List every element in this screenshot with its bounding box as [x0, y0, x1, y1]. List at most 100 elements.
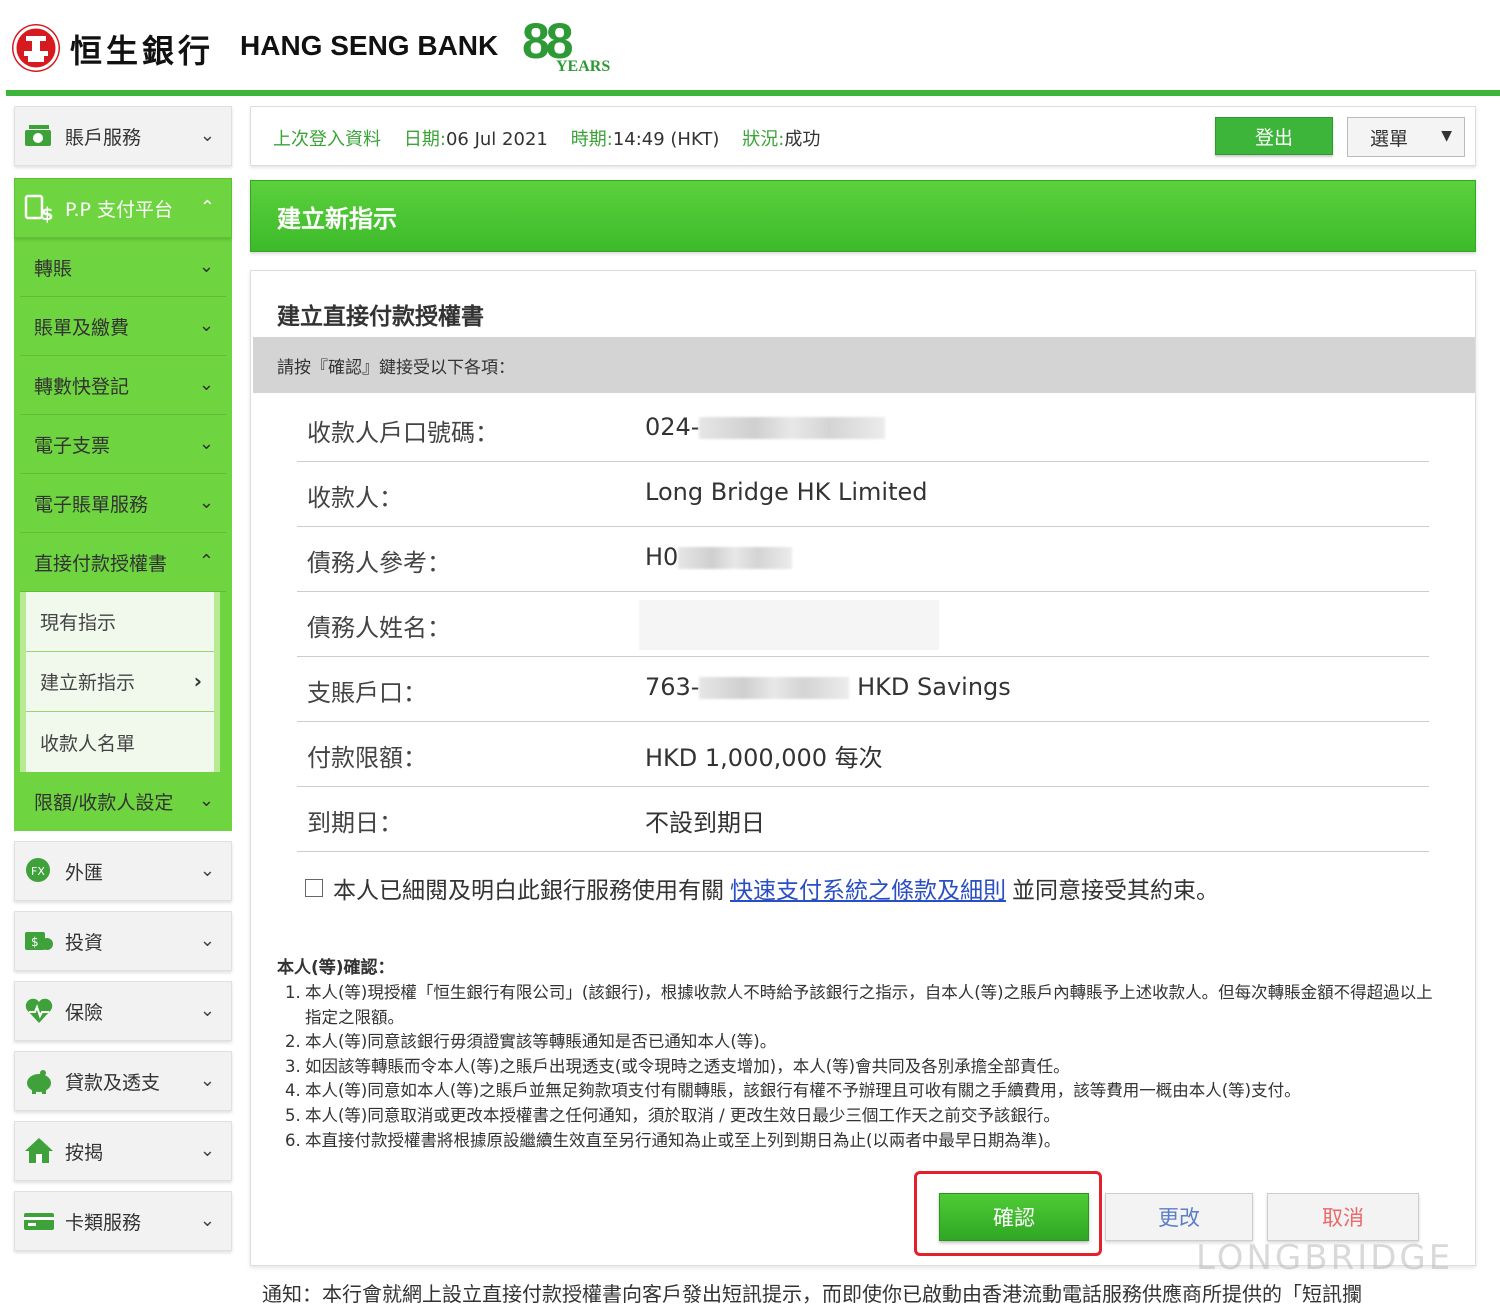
chevron-down-icon: ⌄: [199, 1140, 215, 1161]
last-login-info: 上次登入資料 日期:06 Jul 2021 時期:14:49 (HKT) 狀況:…: [273, 129, 821, 150]
chevron-down-icon: ⌄: [199, 1000, 215, 1021]
list-item: 5. 本人(等)同意取消或更改本授權書之任何通知，須於取消 / 更改生效日最少三個…: [285, 1105, 1060, 1125]
list-item: 2. 本人(等)同意該銀行毋須證實該等轉賬通知是否已通知本人(等)。: [285, 1032, 777, 1052]
login-date: 06 Jul 2021: [445, 129, 548, 150]
sidebar-item-insurance[interactable]: 保險 ⌄: [14, 981, 232, 1041]
sidebar-item-label: 保險: [65, 1001, 104, 1024]
chevron-down-icon: ⌄: [198, 433, 214, 454]
submenu-item-ebill[interactable]: 電子賬單服務 ⌄: [20, 474, 226, 533]
submenu-item-new-instruction[interactable]: 建立新指示 ›: [26, 652, 214, 712]
sidebar-item-mortgage[interactable]: 按揭 ⌄: [14, 1121, 232, 1181]
sidebar-item-label: 賬戶服務: [65, 126, 142, 149]
sidebar-item-pp-payment[interactable]: $ P.P 支付平台 ⌃: [14, 178, 232, 238]
caret-down-icon: ▼: [1441, 128, 1452, 144]
redacted-value: [678, 547, 793, 569]
submenu-item-fps-registration[interactable]: 轉數快登記 ⌄: [20, 356, 226, 415]
header-divider: [6, 90, 1500, 96]
sidebar-item-label: 投資: [65, 931, 104, 954]
login-info-bar: 上次登入資料 日期:06 Jul 2021 時期:14:49 (HKT) 狀況:…: [250, 106, 1476, 166]
svg-text:FX: FX: [31, 865, 45, 878]
bank-name-cn: 恒生銀行: [70, 32, 215, 70]
sidebar-item-loans[interactable]: 貸款及透支 ⌄: [14, 1051, 232, 1111]
fx-icon: FX: [23, 856, 55, 886]
sidebar-item-label: 貸款及透支: [65, 1071, 161, 1094]
terms-link[interactable]: 快速支付系統之條款及細則: [730, 871, 1006, 905]
chevron-up-icon: ⌃: [199, 197, 215, 218]
submenu-item-bills[interactable]: 賬單及繳費 ⌄: [20, 297, 226, 356]
menu-select[interactable]: 選單 ▼: [1347, 117, 1465, 157]
row-expiry-date: 到期日： 不設到期日: [297, 787, 1429, 852]
sidebar-item-investment[interactable]: $ 投資 ⌄: [14, 911, 232, 971]
sidebar-item-fx[interactable]: FX 外匯 ⌄: [14, 841, 232, 901]
agree-checkbox[interactable]: [305, 879, 323, 897]
terms-agreement: 本人已細閱及明白此銀行服務使用有關 快速支付系統之條款及細則 並同意接受其約束。: [305, 871, 1219, 905]
svg-text:$: $: [41, 204, 54, 223]
sidebar-item-label: 卡類服務: [65, 1211, 142, 1234]
redacted-value: [699, 417, 886, 439]
row-payment-limit: 付款限額： HKD 1,000,000 每次: [297, 722, 1429, 787]
piggy-bank-icon: [23, 1066, 55, 1096]
chevron-down-icon: ⌄: [199, 930, 215, 951]
list-item: 1. 本人(等)現授權「恒生銀行有限公司」(該銀行)，根據收款人不時給予該銀行之指…: [285, 983, 1433, 1027]
header: 恒生銀行 HANG SENG BANK 88 YEARS: [0, 0, 1500, 96]
hang-seng-logo-icon[interactable]: [12, 24, 60, 72]
list-item: 4. 本人(等)同意如本人(等)之賬戶並無足夠款項支付有關轉賬，該銀行有權不予辦理…: [285, 1081, 1301, 1101]
submenu-item-existing-instructions[interactable]: 現有指示: [26, 592, 214, 652]
card-icon: [23, 1206, 55, 1236]
submenu-item-transfer[interactable]: 轉賬 ⌄: [20, 238, 226, 297]
instruction-bar: 請按『確認』鍵接受以下各項：: [253, 337, 1475, 393]
confirm-button[interactable]: 確認: [939, 1193, 1089, 1241]
direct-debit-form-panel: 建立直接付款授權書 請按『確認』鍵接受以下各項： 收款人戶口號碼： 024- 收…: [250, 270, 1476, 1266]
direct-debit-submenu: 現有指示 建立新指示 › 收款人名單: [20, 592, 220, 772]
row-debit-account: 支賬戶口： 763- HKD Savings: [297, 657, 1429, 722]
confirm-heading: 本人(等)確認：: [277, 958, 395, 978]
submenu-item-limit-settings[interactable]: 限額/收款人設定 ⌄: [20, 772, 226, 831]
payment-icon: $: [23, 193, 55, 225]
logout-button[interactable]: 登出: [1215, 117, 1333, 155]
submenu-item-echeque[interactable]: 電子支票 ⌄: [20, 415, 226, 474]
row-payee: 收款人： Long Bridge HK Limited: [297, 462, 1429, 527]
list-item: 6. 本直接付款授權書將根據原設繼續生效直至另行通知為止或至上列到期日為止(以兩者…: [285, 1130, 1061, 1150]
chevron-down-icon: ⌄: [198, 790, 214, 811]
chevron-down-icon: ⌄: [198, 492, 214, 513]
redacted-value: [639, 600, 939, 650]
redacted-value: [699, 677, 850, 699]
anniversary-text: YEARS: [556, 58, 611, 75]
heart-icon: [23, 996, 55, 1026]
sms-notice: 通知：本行會就網上設立直接付款授權書向客戶發出短訊提示，而即使你已啟動由香港流動…: [262, 1282, 1362, 1306]
pp-submenu: 轉賬 ⌄ 賬單及繳費 ⌄ 轉數快登記 ⌄ 電子支票 ⌄ 電子賬單服務 ⌄ 直接付款授權書 ⌃…: [14, 238, 232, 831]
chevron-down-icon: ⌄: [198, 315, 214, 336]
sidebar-item-cards[interactable]: 卡類服務 ⌄: [14, 1191, 232, 1251]
panel-title: 建立直接付款授權書: [277, 304, 484, 330]
login-time: 14:49 (HKT): [612, 129, 720, 150]
row-debtor-name: 債務人姓名：: [297, 592, 1429, 657]
bank-name-en: HANG SENG BANK: [240, 30, 499, 61]
edit-button[interactable]: 更改: [1105, 1193, 1253, 1241]
list-item: 3. 如因該等轉賬而令本人(等)之賬戶出現透支(或令現時之透支增加)，本人(等)會…: [285, 1056, 1070, 1076]
chevron-down-icon: ⌄: [198, 256, 214, 277]
chevron-down-icon: ⌄: [199, 1210, 215, 1231]
submenu-item-direct-debit[interactable]: 直接付款授權書 ⌃: [20, 533, 226, 592]
cancel-button[interactable]: 取消: [1267, 1193, 1419, 1241]
login-status: 成功: [784, 129, 821, 150]
sidebar: 賬戶服務 ⌄ $ P.P 支付平台 ⌃ 轉賬 ⌄ 賬單及繳費 ⌄ 轉數快登記 ⌄ 電子…: [14, 106, 232, 1251]
chevron-down-icon: ⌄: [199, 860, 215, 881]
sidebar-item-label: P.P 支付平台: [65, 198, 174, 221]
chevron-down-icon: ⌄: [198, 374, 214, 395]
sidebar-item-label: 按揭: [65, 1141, 104, 1164]
page-title: 建立新指示: [250, 180, 1476, 252]
house-icon: [23, 1136, 55, 1166]
row-debtor-reference: 債務人參考： H0: [297, 527, 1429, 592]
investment-icon: $: [23, 926, 55, 956]
terms-list: 1. 本人(等)現授權「恒生銀行有限公司」(該銀行)，根據收款人不時給予該銀行之指…: [285, 981, 1445, 1153]
svg-text:$: $: [31, 935, 39, 949]
chevron-right-icon: ›: [193, 669, 202, 693]
chevron-down-icon: ⌄: [199, 1070, 215, 1091]
sidebar-item-accounts[interactable]: 賬戶服務 ⌄: [14, 106, 232, 166]
chevron-up-icon: ⌃: [198, 551, 214, 572]
row-payee-account: 收款人戶口號碼： 024-: [297, 397, 1429, 462]
submenu-item-payee-list[interactable]: 收款人名單: [26, 712, 214, 772]
account-icon: [23, 121, 55, 151]
chevron-down-icon: ⌄: [199, 125, 215, 146]
sidebar-item-label: 外匯: [65, 861, 104, 884]
